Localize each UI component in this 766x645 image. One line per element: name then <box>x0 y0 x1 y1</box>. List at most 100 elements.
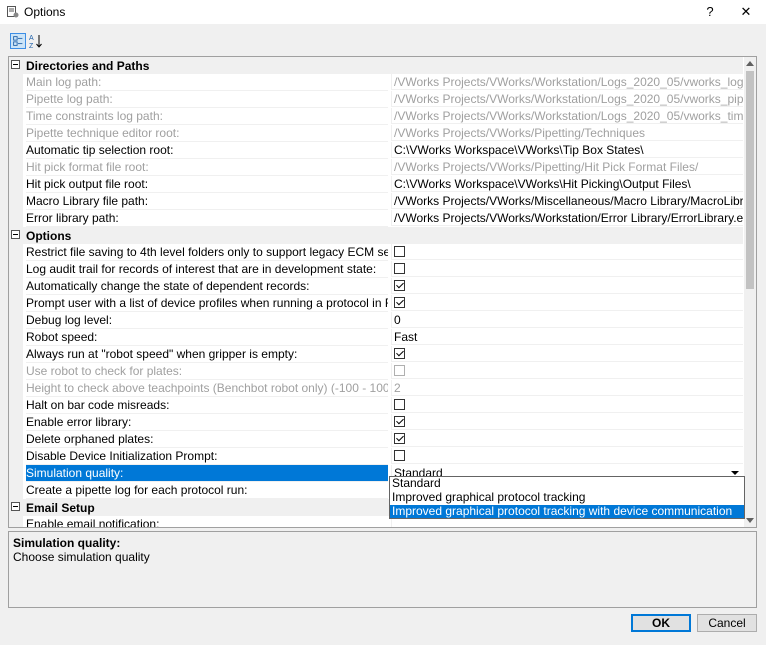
scroll-up-arrow-icon[interactable] <box>746 61 754 66</box>
property-value[interactable] <box>391 244 743 260</box>
row-margin <box>9 176 23 193</box>
property-row[interactable]: Always run at "robot speed" when gripper… <box>9 346 743 363</box>
property-value[interactable] <box>391 346 743 362</box>
property-value: 2 <box>391 380 743 396</box>
description-text: Choose simulation quality <box>13 550 150 564</box>
vertical-scrollbar[interactable] <box>744 57 756 527</box>
property-grid: Directories and Paths Main log path: /VWor… <box>8 56 757 528</box>
property-value <box>391 363 743 379</box>
category-label: Directories and Paths <box>26 59 150 73</box>
property-value[interactable]: /VWorks Projects/VWorks/Workstation/Erro… <box>391 210 743 226</box>
property-value[interactable] <box>391 278 743 294</box>
row-margin <box>9 210 23 227</box>
property-name: Always run at "robot speed" when gripper… <box>26 346 388 363</box>
property-row[interactable]: Hit pick format file root: /VWorks Projec… <box>9 159 743 176</box>
property-value[interactable] <box>391 397 743 413</box>
checkbox[interactable] <box>394 246 405 257</box>
dropdown-option[interactable]: Improved graphical protocol tracking <box>390 491 744 504</box>
categorized-view-icon[interactable] <box>10 33 26 49</box>
property-row[interactable]: Time constraints log path: /VWorks Projec… <box>9 108 743 125</box>
checkbox-checked[interactable] <box>394 348 405 359</box>
property-value[interactable] <box>391 414 743 430</box>
checkbox[interactable] <box>394 263 405 274</box>
property-value[interactable] <box>391 431 743 447</box>
category-row[interactable]: Directories and Paths <box>9 57 743 74</box>
category-label: Options <box>26 229 72 243</box>
property-value[interactable] <box>391 448 743 464</box>
property-row[interactable]: Enable error library: <box>9 414 743 431</box>
property-value[interactable]: C:\VWorks Workspace\VWorks\Hit Picking\O… <box>391 176 743 192</box>
property-row[interactable]: Automatically change the state of depend… <box>9 278 743 295</box>
property-name: Enable email notification: <box>26 516 388 527</box>
checkbox[interactable] <box>394 450 405 461</box>
category-row[interactable]: Options <box>9 227 743 244</box>
property-row[interactable]: Delete orphaned plates: <box>9 431 743 448</box>
scrollbar-thumb[interactable] <box>746 71 754 289</box>
ok-button[interactable]: OK <box>631 614 691 632</box>
property-name: Simulation quality: <box>26 465 388 482</box>
row-margin <box>9 397 23 414</box>
checkbox-checked[interactable] <box>394 280 405 291</box>
collapse-icon[interactable] <box>11 60 20 69</box>
svg-text:Z: Z <box>29 43 34 49</box>
property-row[interactable]: Log audit trail for records of interest … <box>9 261 743 278</box>
dropdown-arrow-icon[interactable] <box>731 471 739 475</box>
property-name: Disable Device Initialization Prompt: <box>26 448 388 465</box>
property-value[interactable] <box>391 261 743 277</box>
property-name: Hit pick format file root: <box>26 159 388 176</box>
property-row[interactable]: Prompt user with a list of device profil… <box>9 295 743 312</box>
close-button[interactable]: ✕ <box>736 3 756 21</box>
property-row[interactable]: Automatic tip selection root: C:\VWorks W… <box>9 142 743 159</box>
property-row[interactable]: Macro Library file path: /VWorks Projects… <box>9 193 743 210</box>
checkbox-checked[interactable] <box>394 416 405 427</box>
property-name: Hit pick output file root: <box>26 176 388 193</box>
property-value[interactable]: Fast <box>391 329 743 345</box>
property-row[interactable]: Hit pick output file root: C:\VWorks Work… <box>9 176 743 193</box>
row-margin <box>9 312 23 329</box>
property-value[interactable]: 0 <box>391 312 743 328</box>
description-title: Simulation quality: <box>13 536 121 550</box>
property-name: Automatic tip selection root: <box>26 142 388 159</box>
window-title: Options <box>24 5 66 19</box>
checkbox-checked[interactable] <box>394 433 405 444</box>
property-row[interactable]: Error library path: /VWorks Projects/VWor… <box>9 210 743 227</box>
row-margin <box>9 431 23 448</box>
property-row[interactable]: Main log path: /VWorks Projects/VWorks/Wo… <box>9 74 743 91</box>
collapse-icon[interactable] <box>11 230 20 239</box>
property-row[interactable]: Debug log level: 0 <box>9 312 743 329</box>
property-row[interactable]: Height to check above teachpoints (Bench… <box>9 380 743 397</box>
scroll-down-arrow-icon[interactable] <box>746 518 754 523</box>
property-value-text: /VWorks Projects/VWorks/Pipetting/Hit Pi… <box>394 160 699 174</box>
row-margin <box>9 465 23 482</box>
options-window-icon <box>7 6 19 18</box>
property-row[interactable]: Pipette technique editor root: /VWorks Pr… <box>9 125 743 142</box>
dropdown-option[interactable]: Improved graphical protocol tracking wit… <box>390 505 744 518</box>
property-row[interactable]: Pipette log path: /VWorks Projects/VWorks… <box>9 91 743 108</box>
row-margin <box>9 363 23 380</box>
cancel-button[interactable]: Cancel <box>697 614 757 632</box>
checkbox[interactable] <box>394 399 405 410</box>
property-row[interactable]: Halt on bar code misreads: <box>9 397 743 414</box>
property-row[interactable]: Robot speed: Fast <box>9 329 743 346</box>
row-margin <box>9 193 23 210</box>
collapse-icon[interactable] <box>11 502 20 511</box>
property-row[interactable]: Use robot to check for plates: <box>9 363 743 380</box>
property-name: Debug log level: <box>26 312 388 329</box>
property-name: Halt on bar code misreads: <box>26 397 388 414</box>
title-bar: Options ? ✕ <box>0 0 766 24</box>
svg-text:A: A <box>29 35 34 42</box>
dropdown-option[interactable]: Standard <box>390 477 744 490</box>
checkbox-checked[interactable] <box>394 297 405 308</box>
property-name: Restrict file saving to 4th level folder… <box>26 245 388 261</box>
property-value[interactable] <box>391 295 743 311</box>
property-value-text: /VWorks Projects/VWorks/Workstation/Logs… <box>394 75 743 89</box>
property-value[interactable]: /VWorks Projects/VWorks/Miscellaneous/Ma… <box>391 193 743 209</box>
sort-alpha-icon[interactable]: A Z <box>28 33 44 49</box>
property-value: /VWorks Projects/VWorks/Pipetting/Hit Pi… <box>391 159 743 175</box>
property-name: Pipette technique editor root: <box>26 125 388 142</box>
property-value[interactable]: C:\VWorks Workspace\VWorks\Tip Box State… <box>391 142 743 158</box>
property-row[interactable]: Restrict file saving to 4th level folder… <box>9 244 743 261</box>
help-button[interactable]: ? <box>700 3 720 21</box>
simulation-quality-dropdown-list[interactable]: Standard Improved graphical protocol trac… <box>389 476 745 519</box>
property-row[interactable]: Disable Device Initialization Prompt: <box>9 448 743 465</box>
